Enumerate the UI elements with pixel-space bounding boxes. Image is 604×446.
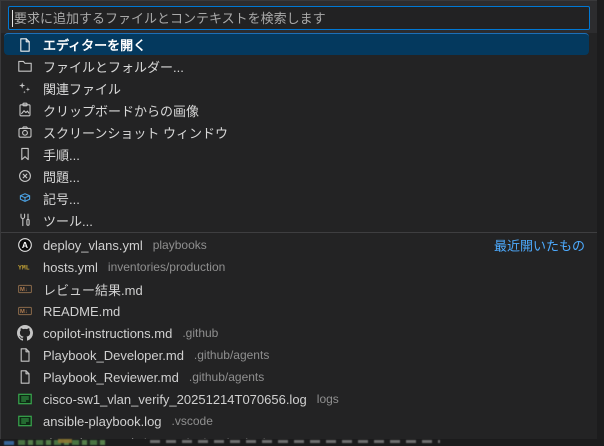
background-text-fragment bbox=[150, 440, 440, 443]
command-label: 関連ファイル bbox=[43, 79, 121, 98]
recent-files-list: Adeploy_vlans.yml playbooks 最近開いたもの YML host… bbox=[1, 234, 597, 439]
recent-separator-label: 最近開いたもの bbox=[494, 236, 585, 255]
command-label: ツール... bbox=[43, 211, 93, 230]
svg-text:A: A bbox=[22, 240, 28, 250]
file-path: inventories/production bbox=[108, 260, 225, 274]
recent-file-item[interactable]: M↓ レビュー結果.md bbox=[1, 278, 597, 300]
ansible-icon: A bbox=[17, 237, 33, 253]
file-name: copilot-instructions.md bbox=[43, 326, 172, 341]
command-label: ファイルとフォルダー... bbox=[43, 57, 184, 76]
background-text-fragment bbox=[4, 441, 14, 445]
command-label: 問題... bbox=[43, 167, 80, 186]
tools-icon bbox=[17, 212, 33, 228]
command-label: 記号... bbox=[43, 189, 80, 208]
command-item[interactable]: ツール... bbox=[1, 209, 597, 231]
command-item[interactable]: 問題... bbox=[1, 165, 597, 187]
command-item[interactable]: 関連ファイル bbox=[1, 77, 597, 99]
file-name: Playbook_Developer.md bbox=[43, 348, 184, 363]
clipboard-image-icon bbox=[17, 102, 33, 118]
file-path: playbooks bbox=[153, 238, 207, 252]
recent-file-item[interactable]: YML hosts.yml inventories/production bbox=[1, 256, 597, 278]
recent-file-item[interactable]: Playbook_Developer.md .github/agents bbox=[1, 344, 597, 366]
camera-icon bbox=[17, 124, 33, 140]
svg-text:M↓: M↓ bbox=[20, 309, 28, 315]
recent-file-item[interactable]: Adeploy_vlans.yml playbooks 最近開いたもの bbox=[1, 234, 597, 256]
file-name: Playbook_Reviewer.md bbox=[43, 370, 179, 385]
sparkle-icon bbox=[17, 80, 33, 96]
command-item[interactable]: 記号... bbox=[1, 187, 597, 209]
search-input[interactable] bbox=[8, 6, 590, 30]
symbol-box-icon bbox=[17, 190, 33, 206]
file-name: ansible-playbook.log bbox=[43, 414, 162, 429]
file-name: deploy_vlans.yml bbox=[43, 238, 143, 253]
command-label: エディターを開く bbox=[43, 35, 146, 54]
text-caret bbox=[12, 10, 13, 27]
log-icon bbox=[17, 391, 33, 407]
command-label: 手順... bbox=[43, 145, 80, 164]
background-text-fragment bbox=[58, 439, 72, 443]
file-name: README.md bbox=[43, 304, 120, 319]
file-name: hosts.yml bbox=[43, 260, 98, 275]
recent-file-item[interactable]: M↓ README.md bbox=[1, 300, 597, 322]
file-icon bbox=[17, 347, 33, 363]
command-label: スクリーンショット ウィンドウ bbox=[43, 123, 228, 142]
svg-text:YML: YML bbox=[18, 265, 30, 272]
search-box bbox=[1, 1, 597, 33]
bookmark-icon bbox=[17, 146, 33, 162]
recent-file-item[interactable]: cisco-sw1_vlan_verify_20251214T070656.lo… bbox=[1, 388, 597, 410]
command-item[interactable]: ファイルとフォルダー... bbox=[1, 55, 597, 77]
group-separator bbox=[1, 232, 597, 233]
command-label: クリップボードからの画像 bbox=[43, 101, 199, 120]
svg-text:M↓: M↓ bbox=[20, 287, 28, 293]
file-path: logs bbox=[317, 392, 339, 406]
quick-pick-widget: エディターを開くファイルとフォルダー... 関連ファイルクリップボードからの画像ス… bbox=[0, 0, 597, 439]
file-name: レビュー結果.md bbox=[43, 280, 143, 299]
file-path: .github bbox=[182, 326, 218, 340]
recent-file-item[interactable]: YMLcisco_iosxe.ymlinventories/production… bbox=[1, 432, 597, 439]
command-item[interactable]: スクリーンショット ウィンドウ bbox=[1, 121, 597, 143]
markdown-icon: M↓ bbox=[17, 303, 33, 319]
recent-file-item[interactable]: ansible-playbook.log .vscode bbox=[1, 410, 597, 432]
yaml-icon: YML bbox=[17, 259, 33, 275]
command-item[interactable]: エディターを開く bbox=[4, 33, 589, 55]
background-editor-strip bbox=[0, 439, 604, 446]
github-icon bbox=[17, 325, 33, 341]
file-name: cisco-sw1_vlan_verify_20251214T070656.lo… bbox=[43, 392, 307, 407]
file-path: .github/agents bbox=[189, 370, 264, 384]
folder-icon bbox=[17, 58, 33, 74]
command-item[interactable]: 手順... bbox=[1, 143, 597, 165]
recent-file-item[interactable]: copilot-instructions.md .github bbox=[1, 322, 597, 344]
command-list: エディターを開くファイルとフォルダー... 関連ファイルクリップボードからの画像ス… bbox=[1, 33, 597, 231]
file-path: .github/agents bbox=[194, 348, 269, 362]
log-icon bbox=[17, 413, 33, 429]
recent-file-item[interactable]: Playbook_Reviewer.md .github/agents bbox=[1, 366, 597, 388]
issue-icon bbox=[17, 168, 33, 184]
new-file-icon bbox=[17, 37, 33, 53]
command-item[interactable]: クリップボードからの画像 bbox=[1, 99, 597, 121]
markdown-icon: M↓ bbox=[17, 281, 33, 297]
file-icon bbox=[17, 369, 33, 385]
file-path: .vscode bbox=[172, 414, 213, 428]
